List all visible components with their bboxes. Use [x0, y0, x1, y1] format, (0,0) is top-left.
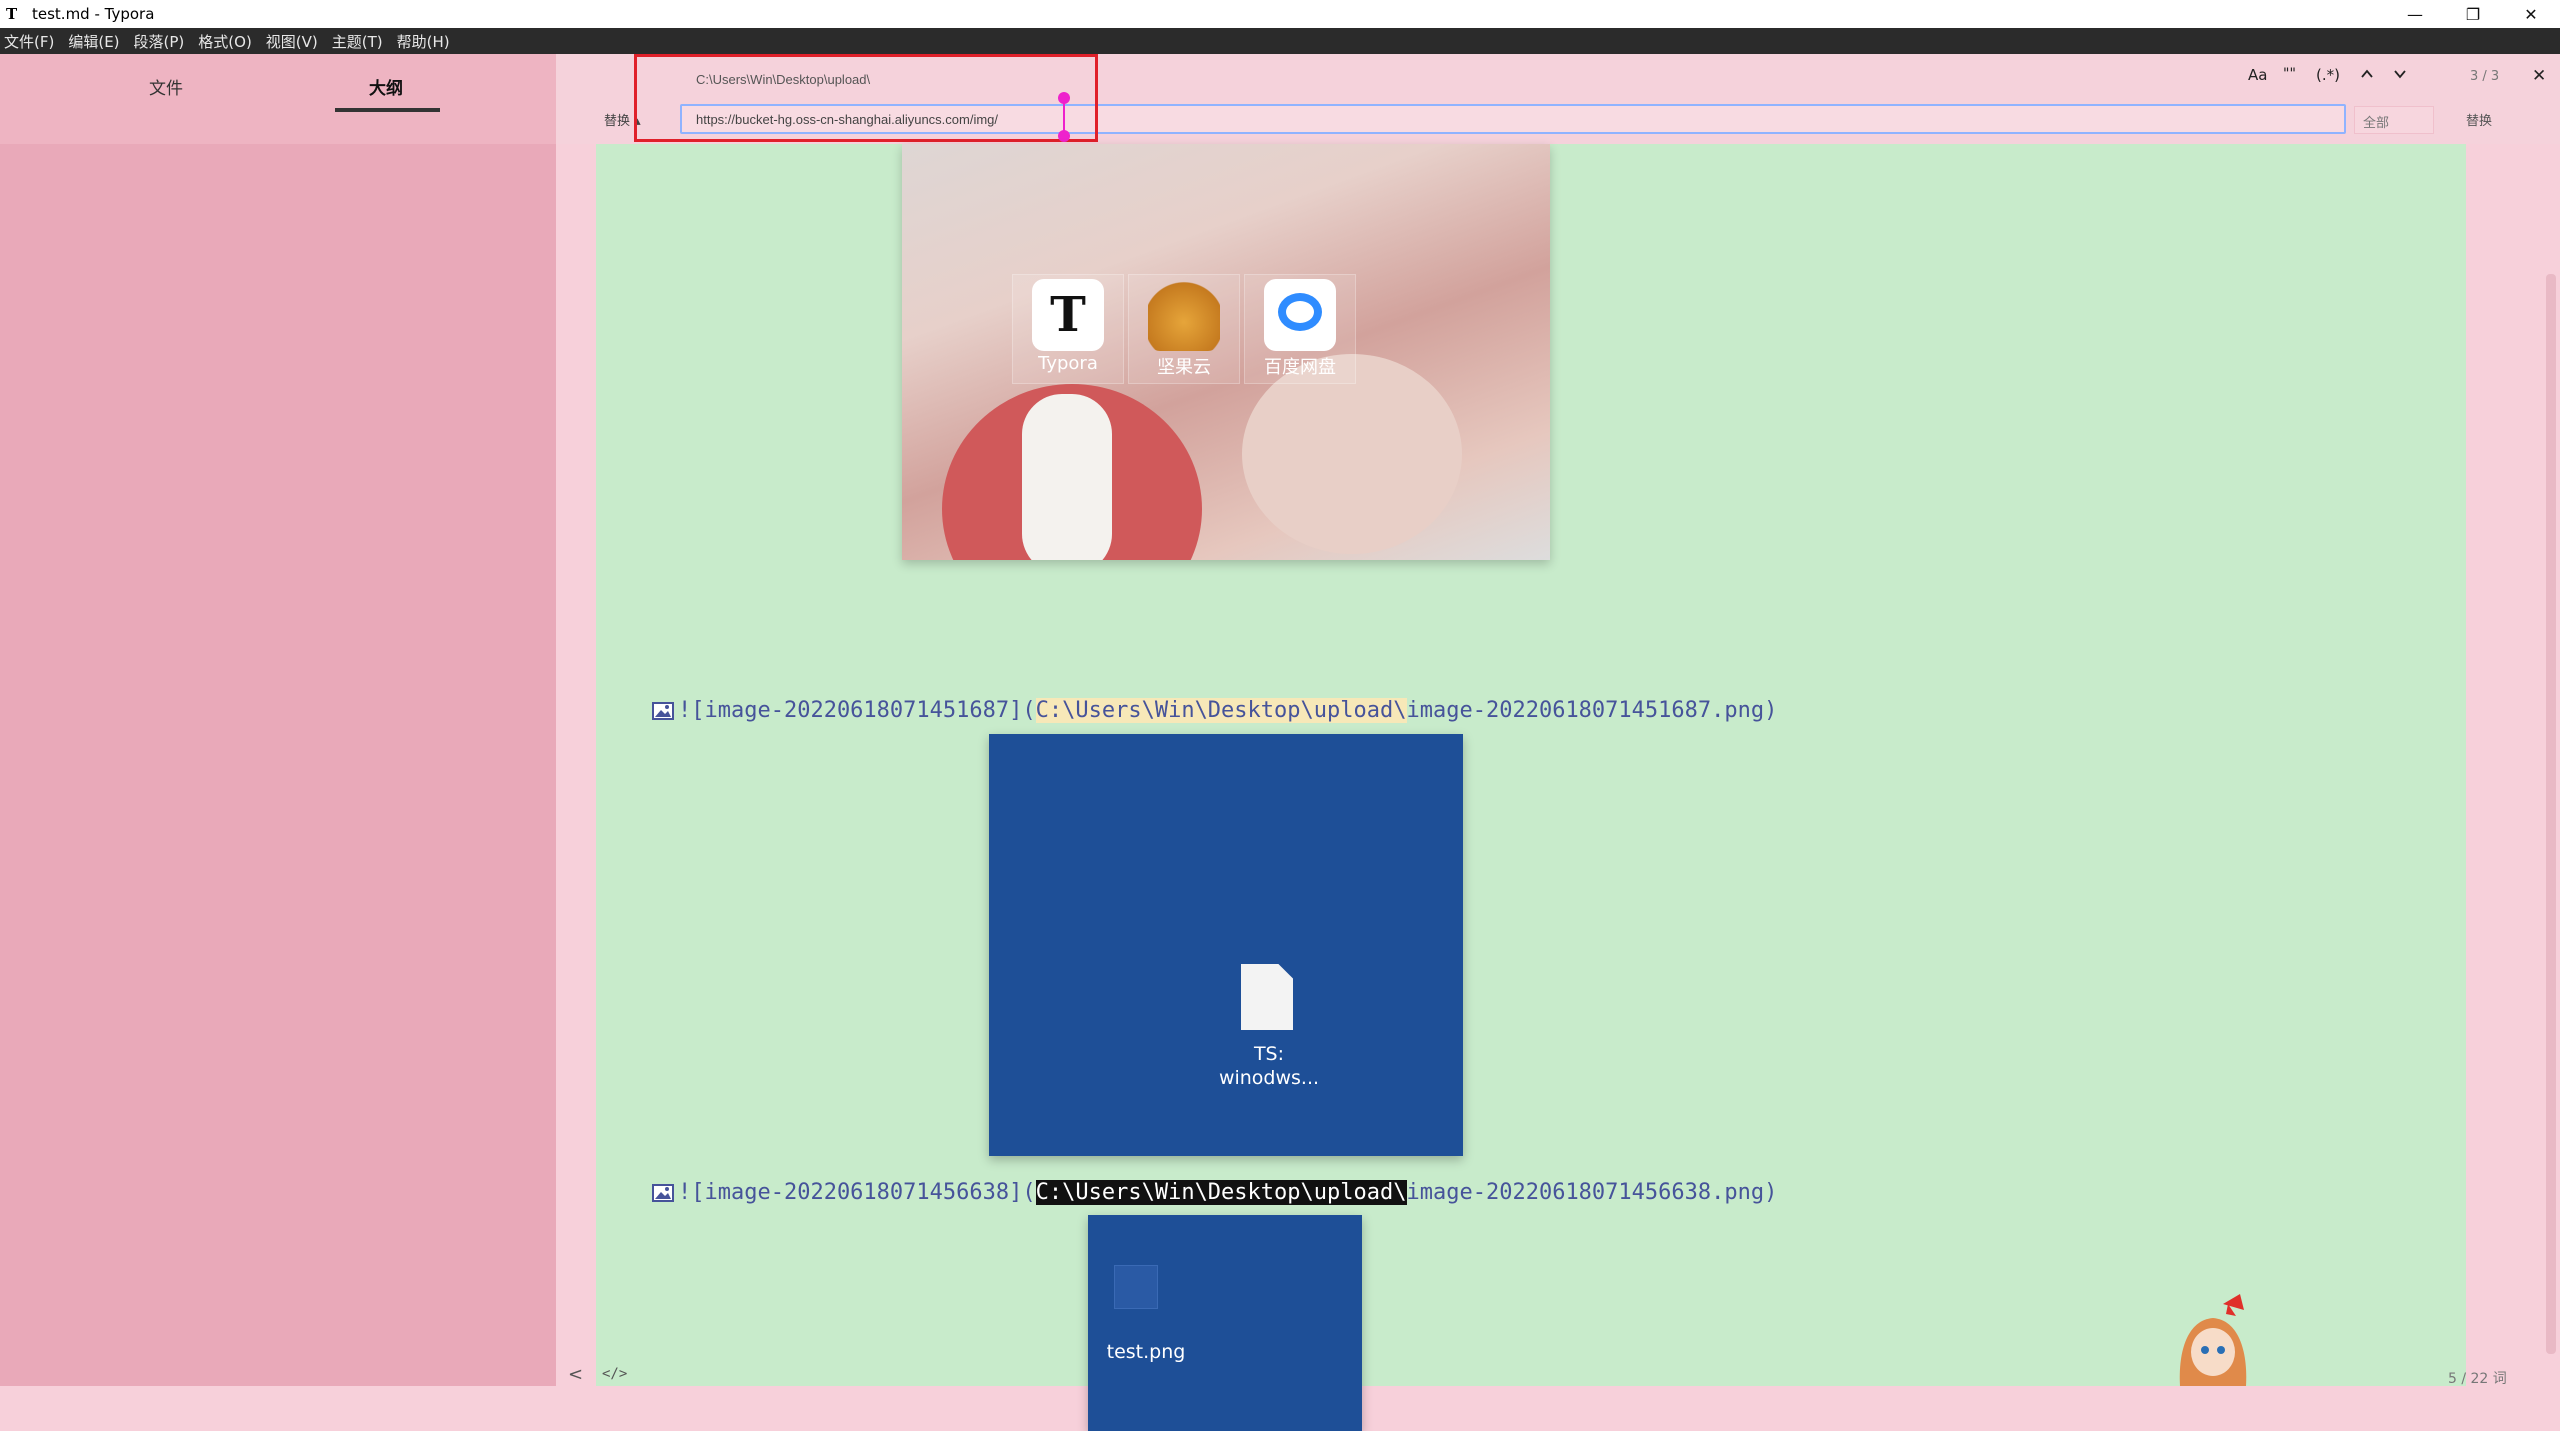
- markdown-alt-text: ![image-20220618071451687](: [678, 698, 1036, 723]
- sidebar: 文件 大纲: [0, 54, 556, 1386]
- annotation-highlight-box: [634, 54, 1098, 142]
- document-content[interactable]: T Typora 坚果云 百度网盘 ![image-20220618071451…: [596, 144, 2466, 1431]
- image-icon: [652, 1183, 674, 1202]
- desktop-icon-label: 坚果云: [1157, 357, 1211, 378]
- editor-area: Aa "" (.*) 3 / 3 ✕ 替换 ▴ 全部 替换 T: [556, 54, 2560, 1431]
- title-bar: T test.md - Typora — ❐ ✕: [0, 0, 2560, 28]
- next-match-button[interactable]: [2392, 66, 2408, 86]
- vertical-scrollbar[interactable]: [2546, 274, 2556, 1354]
- text-cursor-marker: [1058, 92, 1070, 142]
- file-label: test.png: [1106, 1341, 1186, 1363]
- chevron-up-icon: [2361, 69, 2373, 78]
- markdown-image-line[interactable]: ![image-20220618071451687]( C:\Users\Win…: [652, 698, 1777, 723]
- whole-word-toggle[interactable]: "": [2283, 66, 2296, 82]
- anime-mascot-icon: [2179, 1294, 2247, 1386]
- desktop-icon-typora: T Typora: [1012, 274, 1124, 384]
- find-replace-bar: Aa "" (.*) 3 / 3 ✕ 替换 ▴ 全部 替换: [556, 54, 2560, 144]
- menu-help[interactable]: 帮助(H): [397, 31, 450, 52]
- window-controls: — ❐ ✕: [2386, 0, 2560, 28]
- file-label: TS: winodws...: [1199, 1042, 1339, 1090]
- image-nose-shape: [1242, 354, 1462, 554]
- active-tab-indicator: [335, 108, 440, 112]
- menu-bar: 文件(F) 编辑(E) 段落(P) 格式(O) 视图(V) 主题(T) 帮助(H…: [0, 28, 2560, 54]
- image-teeth-shape: [1022, 394, 1112, 560]
- file-label-line2: winodws...: [1218, 1067, 1320, 1089]
- image-icon: [652, 701, 674, 720]
- markdown-image-line[interactable]: ![image-20220618071456638]( C:\Users\Win…: [652, 1180, 1777, 1205]
- replace-all-button[interactable]: 全部: [2354, 106, 2434, 134]
- desktop-icon-baidu-netdisk: 百度网盘: [1244, 274, 1356, 384]
- menu-format[interactable]: 格式(O): [198, 31, 252, 52]
- tab-outline[interactable]: 大纲: [306, 74, 466, 99]
- file-label-line1: TS:: [1253, 1043, 1285, 1065]
- image-face-desktop: T Typora 坚果云 百度网盘: [902, 144, 1550, 560]
- back-arrow-icon[interactable]: <: [568, 1364, 583, 1385]
- desktop-icon-label: 百度网盘: [1264, 357, 1336, 378]
- typora-app-icon: T: [6, 5, 18, 23]
- source-mode-toggle[interactable]: </>: [602, 1366, 627, 1382]
- close-find-button[interactable]: ✕: [2532, 66, 2546, 86]
- minimize-button[interactable]: —: [2386, 0, 2444, 28]
- markdown-alt-text: ![image-20220618071456638](: [678, 1180, 1036, 1205]
- menu-theme[interactable]: 主题(T): [332, 31, 383, 52]
- menu-file[interactable]: 文件(F): [4, 31, 54, 52]
- tab-files[interactable]: 文件: [86, 74, 246, 99]
- word-count[interactable]: 5 / 22 词: [2448, 1368, 2507, 1388]
- regex-toggle[interactable]: (.*): [2316, 66, 2340, 84]
- search-match: C:\Users\Win\Desktop\upload\: [1035, 698, 1407, 723]
- window-title: test.md - Typora: [32, 5, 155, 23]
- desktop-icon-label: Typora: [1038, 353, 1098, 374]
- previous-match-button[interactable]: [2359, 66, 2375, 86]
- close-window-button[interactable]: ✕: [2502, 0, 2560, 28]
- image-test-png: test.png: [1088, 1215, 1362, 1431]
- restore-button[interactable]: ❐: [2444, 0, 2502, 28]
- menu-view[interactable]: 视图(V): [266, 31, 318, 52]
- markdown-filename: image-20220618071451687.png): [1406, 698, 1778, 723]
- markdown-filename: image-20220618071456638.png): [1406, 1180, 1778, 1205]
- desktop-icon-jianguoyun: 坚果云: [1128, 274, 1240, 384]
- replace-button[interactable]: 替换: [2466, 110, 2492, 129]
- sidebar-tabs: 文件 大纲: [0, 54, 556, 144]
- chevron-down-icon: [2394, 70, 2406, 79]
- match-case-toggle[interactable]: Aa: [2248, 66, 2267, 84]
- match-count: 3 / 3: [2470, 69, 2500, 84]
- typora-icon: T: [1032, 279, 1104, 351]
- menu-edit[interactable]: 编辑(E): [68, 31, 119, 52]
- file-icon: [1241, 964, 1293, 1030]
- acorn-icon: [1148, 279, 1220, 351]
- image-desktop-blue: TS: winodws...: [989, 734, 1463, 1156]
- menu-paragraph[interactable]: 段落(P): [134, 31, 185, 52]
- selected-search-match: C:\Users\Win\Desktop\upload\: [1035, 1180, 1407, 1205]
- cloud-icon: [1264, 279, 1336, 351]
- image-thumbnail-icon: [1114, 1265, 1158, 1309]
